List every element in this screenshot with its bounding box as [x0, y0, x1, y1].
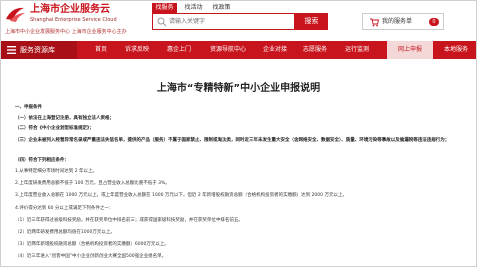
section-heading: 一、申报条件: [15, 105, 42, 110]
doc-line: （四）符合下列相应条件：: [15, 158, 69, 163]
menu-icon: [7, 46, 16, 54]
page: 上海市企业服务云 Shanghai Enterprise Service Clo…: [0, 0, 477, 267]
my-service-list-button[interactable]: 我的服务单 0: [362, 13, 444, 30]
doc-line: （三）企业未被列入经营异常名录或严重违法失信名单，提供的产品（服务）不属于国家禁…: [15, 138, 450, 143]
search-input[interactable]: [169, 16, 287, 27]
search-icon: [157, 17, 167, 27]
brand-subtitle: Shanghai Enterprise Service Cloud: [30, 17, 117, 23]
doc-line: （二）符合《中小企业划型标准规定》；: [15, 126, 94, 131]
nav-item-volunteer-service[interactable]: 志愿服务: [298, 41, 332, 59]
site-header: 上海市企业服务云 Shanghai Enterprise Service Clo…: [1, 1, 476, 39]
cart-count-badge: 0: [429, 18, 439, 26]
nav-item-home[interactable]: 首页: [87, 41, 115, 59]
nav-item-enterprise-matching[interactable]: 企业对接: [258, 41, 292, 59]
nav-item-monitoring[interactable]: 运行监测: [338, 41, 376, 59]
nav-item-appeals[interactable]: 诉求反映: [119, 41, 155, 59]
cart-label: 我的服务单: [382, 18, 413, 25]
nav-home-service-library[interactable]: 服务资源库: [1, 41, 77, 59]
brand-slogan: 上海市中小企业发展服务中心 上海市企业服务中心主办: [5, 29, 127, 35]
doc-line: 4.评价得分达到 60 分以上或满足下列条件之一：: [15, 206, 114, 211]
search-button[interactable]: 搜索: [295, 13, 328, 30]
search-tab-services[interactable]: 找服务: [152, 3, 177, 13]
logo-icon[interactable]: [4, 5, 26, 23]
nav-item-online-application[interactable]: 网上申报: [387, 41, 433, 59]
search-tab-policies[interactable]: 找政策: [209, 3, 234, 13]
doc-line: （2）近两年研发费用总额均值在1000万元以上。: [15, 230, 115, 235]
document-title: 上海市“专精特新”中小企业申报说明: [156, 83, 321, 94]
doc-line: （1）近三年获得过省级科技奖励，并在获奖单位中排名前三；或获得国家级科技奖励，并…: [15, 218, 243, 223]
nav-item-resource-center[interactable]: 资源导航中心: [204, 41, 252, 59]
nav-home-label: 服务资源库: [20, 46, 55, 54]
doc-line: 3.上年度营业收入总额在 1000 万元以上，或上年度营业收入总额在 1000 …: [15, 193, 347, 198]
doc-line: （3）近两年新增股权融资总额（合格机构投资者的实缴额）6000万元以上。: [15, 242, 169, 247]
search-tab-activities[interactable]: 找活动: [181, 3, 206, 13]
doc-line: 2.上年度研发费用总额不低于 100 万元，且占营业收入总额比重不低于 3%。: [15, 181, 170, 186]
cart-icon: [370, 18, 379, 27]
nav-item-local-service[interactable]: 本地服务: [437, 41, 475, 59]
nav-item-onsite-support[interactable]: 惠企上门: [161, 41, 197, 59]
doc-line: （一）依法在上海登记注册，具有独立法人资格；: [15, 116, 114, 121]
main-nav: 服务资源库 首页 诉求反映 惠企上门 资源导航中心 企业对接 志愿服务 运行监测…: [1, 41, 476, 59]
brand-title[interactable]: 上海市企业服务云: [30, 4, 110, 16]
doc-line: （4）近三年进入“创客中国”中小企业创新创业大赛全国500强企业组名单。: [15, 254, 167, 259]
doc-line: 1.从事特定细分市场时间达到 2 年以上。: [15, 169, 98, 174]
search-box: [152, 13, 295, 30]
